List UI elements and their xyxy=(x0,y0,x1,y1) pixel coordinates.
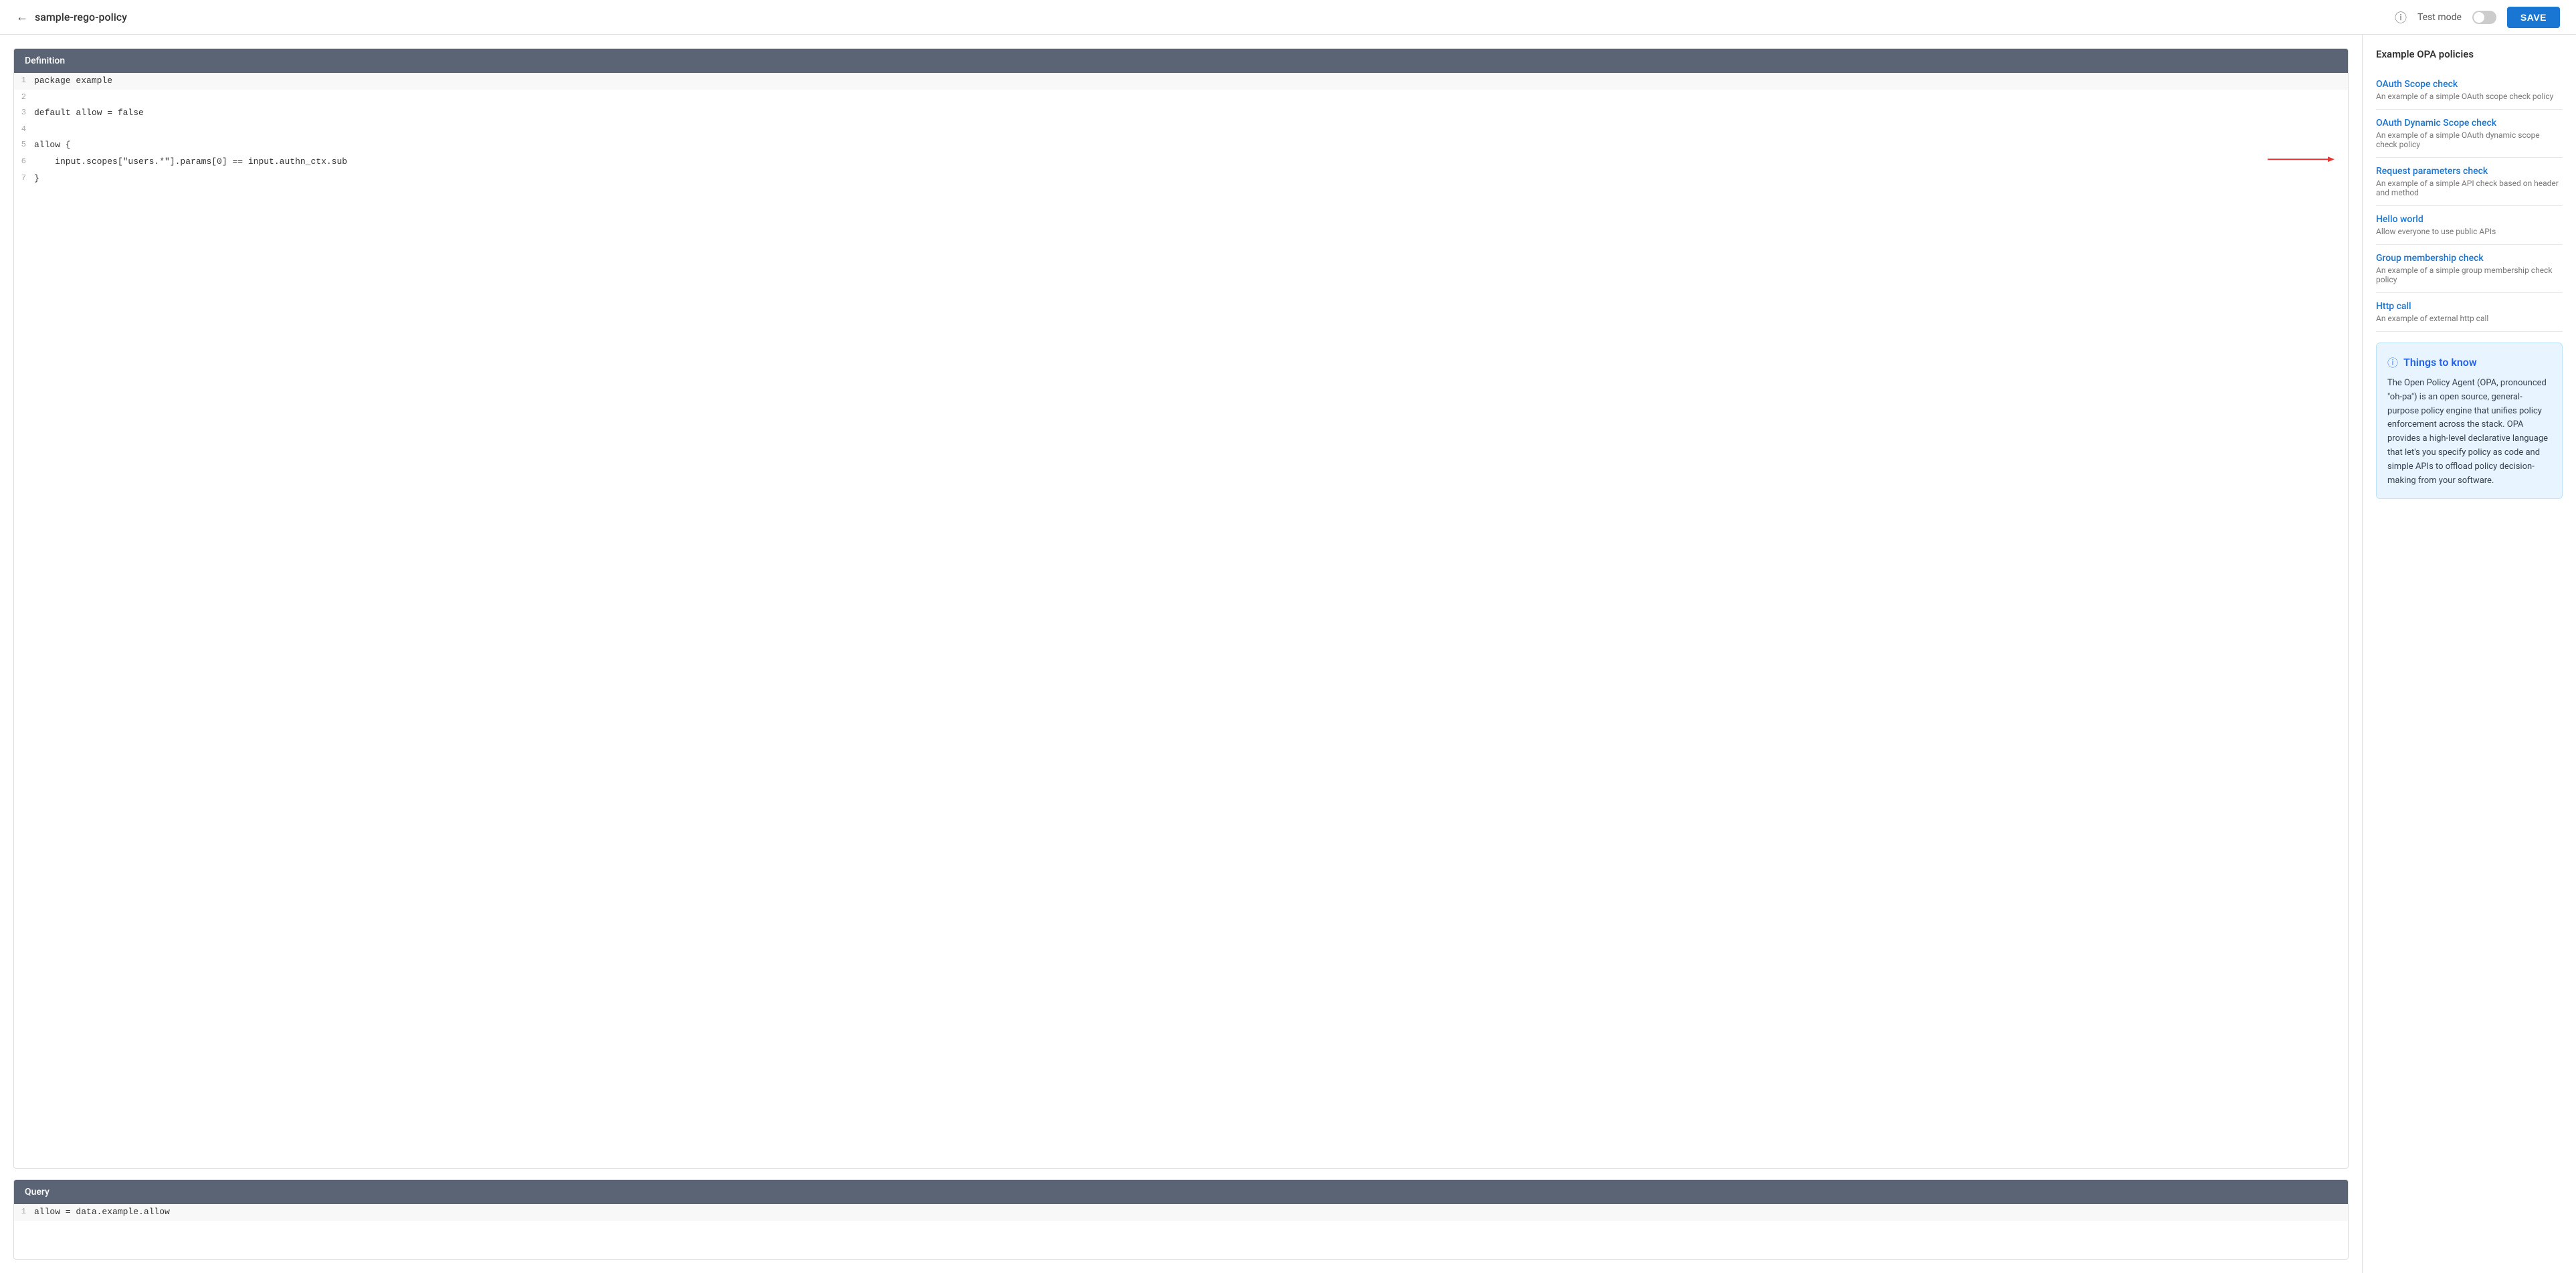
policy-item-title-5: Http call xyxy=(2376,301,2563,312)
policy-list: OAuth Scope check An example of a simple … xyxy=(2376,71,2563,332)
definition-line-5: 5allow { xyxy=(14,137,2348,154)
things-header: ⓘ Things to know xyxy=(2387,354,2551,370)
line-code-2 xyxy=(34,90,2348,105)
definition-line-3: 3default allow = false xyxy=(14,105,2348,122)
query-line-1: 1allow = data.example.allow xyxy=(14,1204,2348,1221)
policy-item-title-1: OAuth Dynamic Scope check xyxy=(2376,118,2563,128)
definition-panel: Definition 1package example23default all… xyxy=(13,48,2349,1169)
things-to-know-body: The Open Policy Agent (OPA, pronounced "… xyxy=(2387,377,2551,488)
definition-line-4: 4 xyxy=(14,122,2348,137)
page-title: sample-rego-policy xyxy=(35,11,127,23)
query-panel-body[interactable]: 1allow = data.example.allow xyxy=(14,1204,2348,1221)
policy-item-desc-1: An example of a simple OAuth dynamic sco… xyxy=(2376,130,2563,149)
policy-item-desc-3: Allow everyone to use public APIs xyxy=(2376,227,2563,236)
policy-item-title-3: Hello world xyxy=(2376,214,2563,225)
definition-line-6: 6 input.scopes["users.*"].params[0] == i… xyxy=(14,154,2348,171)
policy-item-3[interactable]: Hello world Allow everyone to use public … xyxy=(2376,206,2563,245)
policy-item-title-2: Request parameters check xyxy=(2376,166,2563,177)
header-left: ← sample-rego-policy xyxy=(16,11,127,23)
line-num-7: 7 xyxy=(14,171,34,187)
policy-item-desc-5: An example of external http call xyxy=(2376,314,2563,323)
main-content: Definition 1package example23default all… xyxy=(0,35,2576,1273)
policy-item-2[interactable]: Request parameters check An example of a … xyxy=(2376,158,2563,206)
info-icon: ⓘ xyxy=(2387,354,2398,370)
line-num-6: 6 xyxy=(14,154,34,171)
definition-panel-body[interactable]: 1package example23default allow = false4… xyxy=(14,73,2348,187)
policy-item-0[interactable]: OAuth Scope check An example of a simple … xyxy=(2376,71,2563,110)
line-num-3: 3 xyxy=(14,105,34,122)
policy-item-4[interactable]: Group membership check An example of a si… xyxy=(2376,245,2563,293)
line-code-3: default allow = false xyxy=(34,105,2348,122)
policy-item-title-4: Group membership check xyxy=(2376,253,2563,264)
test-mode-label: Test mode xyxy=(2417,12,2462,23)
save-button[interactable]: SAVE xyxy=(2507,7,2560,28)
help-icon[interactable]: ⓘ xyxy=(2395,9,2407,26)
line-num-2: 2 xyxy=(14,90,34,105)
line-code-1: package example xyxy=(34,73,2348,90)
line-code-6: input.scopes["users.*"].params[0] == inp… xyxy=(34,154,2348,171)
editor-area: Definition 1package example23default all… xyxy=(0,35,2362,1273)
definition-panel-header: Definition xyxy=(14,49,2348,73)
definition-line-2: 2 xyxy=(14,90,2348,105)
policy-item-title-0: OAuth Scope check xyxy=(2376,79,2563,90)
line-num-5: 5 xyxy=(14,137,34,154)
policy-item-desc-2: An example of a simple API check based o… xyxy=(2376,179,2563,197)
header: ← sample-rego-policy ⓘ Test mode SAVE xyxy=(0,0,2576,35)
query-line-num-1: 1 xyxy=(14,1204,34,1221)
back-icon[interactable]: ← xyxy=(16,11,28,23)
line-code-7: } xyxy=(34,171,2348,187)
things-to-know-box: ⓘ Things to know The Open Policy Agent (… xyxy=(2376,342,2563,499)
query-line-code-1: allow = data.example.allow xyxy=(34,1204,2348,1221)
query-panel-header: Query xyxy=(14,1180,2348,1204)
red-arrow xyxy=(2268,154,2335,170)
test-mode-toggle[interactable] xyxy=(2472,11,2496,24)
line-code-5: allow { xyxy=(34,137,2348,154)
line-num-4: 4 xyxy=(14,122,34,137)
policy-item-1[interactable]: OAuth Dynamic Scope check An example of a… xyxy=(2376,110,2563,158)
sidebar-title: Example OPA policies xyxy=(2376,48,2563,60)
things-to-know-title: Things to know xyxy=(2403,356,2477,369)
policy-item-5[interactable]: Http call An example of external http cal… xyxy=(2376,293,2563,332)
definition-line-7: 7} xyxy=(14,171,2348,187)
header-right: ⓘ Test mode SAVE xyxy=(2395,7,2560,28)
query-code-table: 1allow = data.example.allow xyxy=(14,1204,2348,1221)
policy-item-desc-0: An example of a simple OAuth scope check… xyxy=(2376,92,2563,101)
definition-line-1: 1package example xyxy=(14,73,2348,90)
line-num-1: 1 xyxy=(14,73,34,90)
sidebar: Example OPA policies OAuth Scope check An… xyxy=(2362,35,2576,1273)
policy-item-desc-4: An example of a simple group membership … xyxy=(2376,266,2563,284)
definition-code-table: 1package example23default allow = false4… xyxy=(14,73,2348,187)
line-code-4 xyxy=(34,122,2348,137)
query-panel: Query 1allow = data.example.allow xyxy=(13,1179,2349,1260)
